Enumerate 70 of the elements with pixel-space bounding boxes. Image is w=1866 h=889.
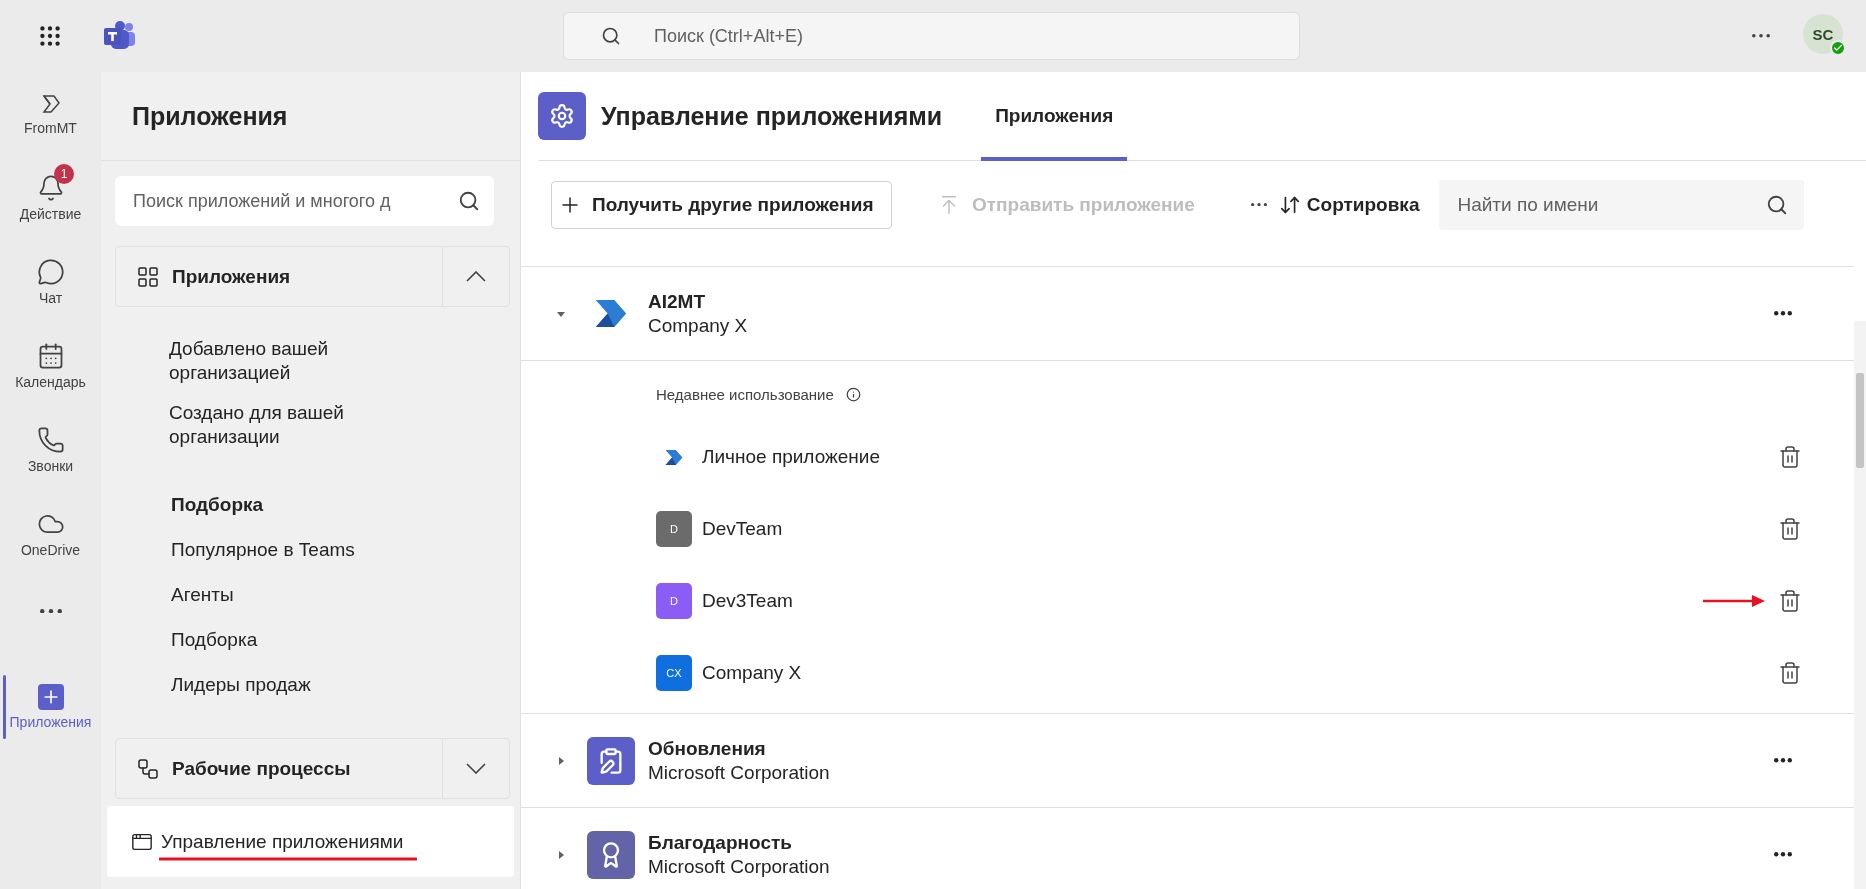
app-logo-icon [593, 300, 629, 327]
app-publisher: Company X [648, 313, 749, 338]
settings-icon [538, 92, 586, 140]
app-publisher: Microsoft Corporation [648, 854, 831, 879]
section-heading: Подборка [171, 493, 265, 517]
search-icon [1766, 193, 1789, 216]
app-initials-icon: D [656, 511, 692, 547]
more-icon[interactable] [39, 608, 62, 614]
app-usage-name: Личное приложение [702, 446, 881, 468]
app-usage-name: Company X [702, 662, 803, 684]
caret-icon[interactable] [556, 849, 566, 860]
get-apps-button[interactable]: Получить другие приложения [551, 180, 892, 229]
apps-icon [136, 264, 160, 289]
more-icon[interactable] [1774, 311, 1792, 316]
app-name: AI2MT [648, 289, 706, 314]
notification-badge: 1 [54, 164, 74, 184]
more-icon[interactable] [1250, 202, 1267, 207]
app-initials-icon: CX [656, 655, 692, 691]
rail-item[interactable]: FromMT [0, 72, 101, 156]
plus-icon [37, 684, 64, 710]
sidebar-link[interactable]: Создано для вашей организации [169, 393, 409, 457]
info-icon[interactable] [845, 386, 861, 402]
app-initials-icon: D [656, 583, 692, 619]
rail-item[interactable]: 1 Действие [0, 156, 101, 240]
app-usage-name: Dev3Team [702, 590, 794, 612]
sort-button[interactable]: Сортировка [1278, 193, 1420, 216]
rail-item[interactable]: OneDrive [0, 492, 101, 576]
rail-item[interactable]: Чат [0, 240, 101, 324]
app-logo-icon [664, 449, 684, 465]
app-name: Благодарность [648, 830, 793, 855]
search-field[interactable]: Поиск (Ctrl+Alt+E) [563, 12, 1300, 60]
manage-apps-item[interactable]: Управление приложениями [107, 806, 514, 877]
search-icon [458, 189, 480, 212]
app-name: Обновления [648, 736, 767, 761]
workflow-icon [136, 756, 160, 781]
teams-logo-icon[interactable] [103, 21, 137, 51]
chat-icon [36, 258, 65, 286]
page-title: Управление приложениями [601, 101, 943, 131]
more-icon[interactable] [1774, 852, 1792, 857]
caret-icon[interactable] [556, 755, 566, 766]
sidebar-link[interactable]: Лидеры продаж [171, 662, 411, 707]
sidebar-title: Приложения [132, 101, 288, 131]
delete-icon[interactable] [1778, 517, 1802, 541]
sidebar-link[interactable]: Подборка [171, 617, 411, 662]
rail-item[interactable]: Календарь [0, 324, 101, 408]
delete-icon[interactable] [1778, 589, 1802, 613]
sidebar-link[interactable]: Популярное в Teams [171, 527, 411, 572]
chevron-up-icon [466, 271, 486, 282]
phone-icon [36, 426, 65, 454]
more-icon[interactable] [1774, 758, 1792, 763]
app-launcher-icon[interactable] [37, 23, 63, 49]
scrollbar-thumb[interactable] [1856, 373, 1864, 468]
section-label: Недавнее использование [656, 385, 834, 403]
app-usage-name: DevTeam [702, 518, 784, 540]
sidebar-link[interactable]: Добавлено вашей организацией [169, 329, 409, 393]
user-avatar[interactable]: SC [1803, 14, 1843, 54]
tab[interactable]: Приложения [981, 72, 1128, 161]
chevron-down-icon [466, 763, 486, 774]
rail-item[interactable]: Звонки [0, 408, 101, 492]
search-icon [601, 26, 621, 46]
search-field[interactable]: Найти по имени [1439, 179, 1805, 230]
clipboard-icon [587, 736, 635, 785]
award-icon [587, 830, 635, 879]
more-icon[interactable] [1752, 34, 1770, 38]
delete-icon[interactable] [1778, 445, 1802, 469]
delete-icon[interactable] [1778, 661, 1802, 685]
rail-item[interactable]: Приложения [0, 665, 101, 749]
sidebar-link[interactable]: Агенты [171, 572, 411, 617]
search-field[interactable]: Поиск приложений и многого д [115, 176, 494, 226]
app-publisher: Microsoft Corporation [648, 760, 831, 785]
